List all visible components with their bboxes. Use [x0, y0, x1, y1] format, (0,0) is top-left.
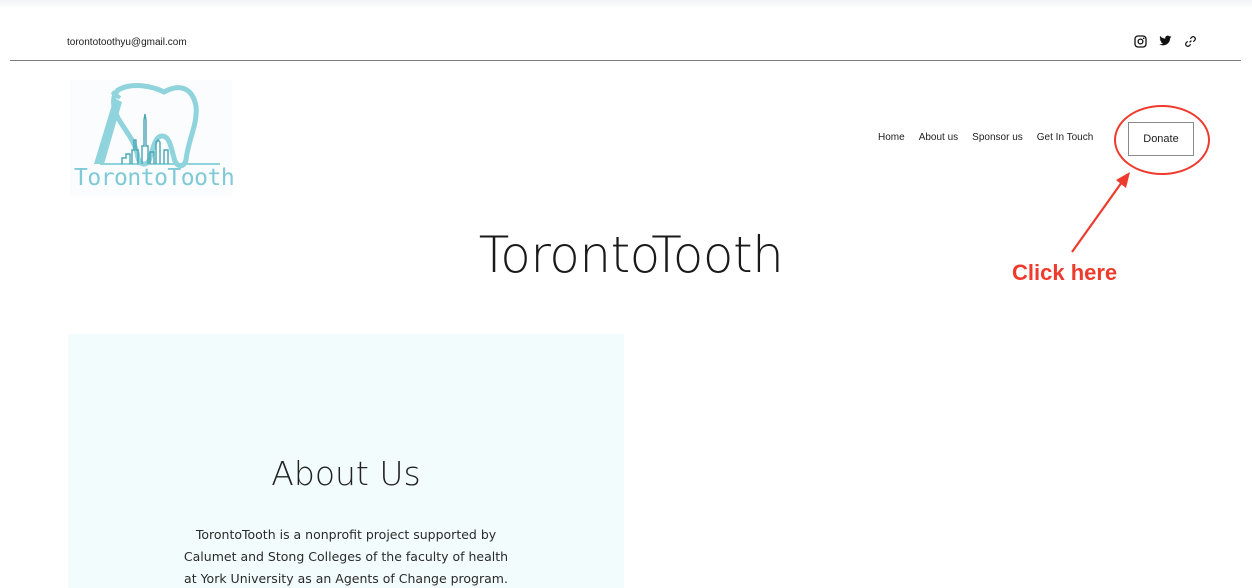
twitter-icon[interactable] — [1158, 34, 1172, 48]
about-body: TorontoTooth is a nonprofit project supp… — [108, 524, 584, 588]
social-bar — [1133, 34, 1197, 48]
nav-item-get-in-touch[interactable]: Get In Touch — [1037, 132, 1094, 143]
annotation-circle — [1114, 105, 1210, 175]
about-section: About Us TorontoTooth is a nonprofit pro… — [68, 334, 624, 588]
browser-top-shade — [0, 0, 1252, 9]
header-divider — [10, 60, 1241, 61]
page: torontotoothyu@gmail.com TorontoTooth Ho… — [0, 0, 1252, 588]
top-bar: torontotoothyu@gmail.com — [0, 28, 1252, 58]
tooth-skyline-icon — [94, 83, 220, 169]
nav-item-home[interactable]: Home — [878, 132, 905, 143]
about-body-line: Calumet and Stong Colleges of the facult… — [183, 549, 509, 564]
email-link[interactable]: torontotoothyu@gmail.com — [67, 37, 187, 48]
page-title: TorontoTooth — [478, 226, 784, 284]
nav-item-about-us[interactable]: About us — [919, 132, 958, 143]
logo-wordmark[interactable]: TorontoTooth — [74, 165, 235, 191]
main-nav: Home About us Sponsor us Get In Touch — [878, 132, 1093, 143]
nav-item-sponsor-us[interactable]: Sponsor us — [972, 132, 1023, 143]
link-icon[interactable] — [1183, 34, 1197, 48]
instagram-icon[interactable] — [1133, 34, 1147, 48]
about-title: About Us — [271, 454, 421, 493]
about-body-line: at York University as an Agents of Chang… — [184, 571, 508, 586]
about-body-line: TorontoTooth is a nonprofit project supp… — [195, 527, 497, 542]
